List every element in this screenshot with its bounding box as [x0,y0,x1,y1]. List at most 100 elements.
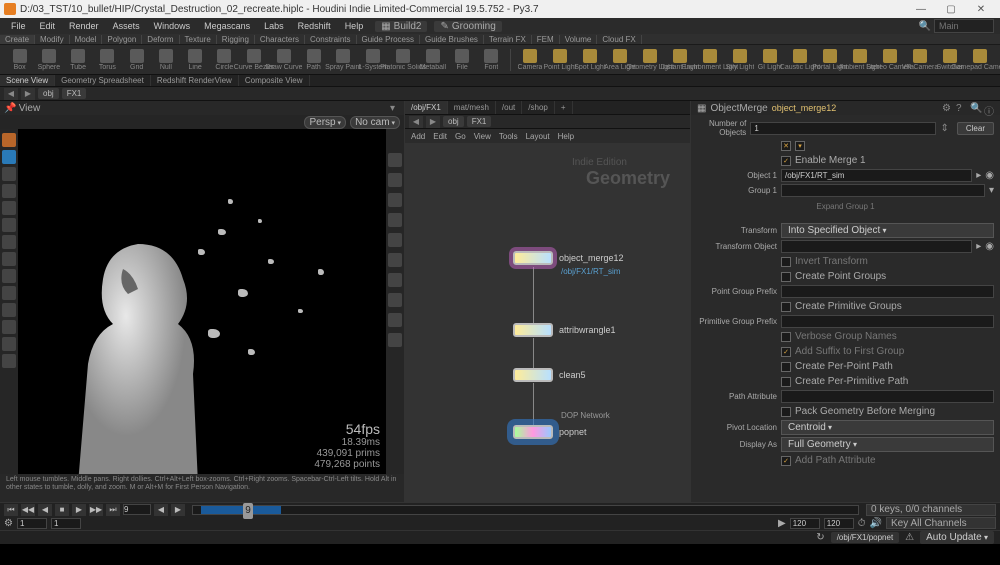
tab-scene-view[interactable]: Scene View [0,75,55,86]
vgn-checkbox[interactable] [781,332,791,342]
cook-icon[interactable]: ↻ [816,532,824,543]
cprg-checkbox[interactable] [781,302,791,312]
network-canvas[interactable]: Indie Edition Geometry object_merge12 /o… [405,143,690,502]
net-crumb-obj[interactable]: obj [443,116,464,127]
tool-metaball[interactable]: Metaball [419,46,446,74]
flipbook-icon[interactable] [2,303,16,317]
move-icon[interactable] [2,167,16,181]
tool-caustic-light[interactable]: Caustic Light [786,46,814,74]
tool-path[interactable]: Path [300,46,327,74]
net-menu-view[interactable]: View [474,132,491,141]
camera-lock-icon[interactable] [388,253,402,267]
play-first-button[interactable]: ⏮ [4,504,18,516]
tool-null[interactable]: Null [152,46,179,74]
node-attribwrangle[interactable]: attribwrangle1 [513,323,616,337]
collapse-toggle[interactable]: ✕ [781,141,791,151]
net-menu-help[interactable]: Help [558,132,574,141]
tool-curve-bezier[interactable]: Curve Bezier [240,46,268,74]
shelf-tab[interactable]: Characters [255,35,305,44]
operator-chooser-icon[interactable]: ◉ [985,170,994,181]
shaded-icon[interactable] [388,293,402,307]
close-button[interactable]: ✕ [966,0,996,18]
tab-composite[interactable]: Composite View [239,75,310,86]
pgp-input[interactable] [781,285,994,298]
info-icon[interactable]: ⓘ [984,103,994,113]
gear-icon[interactable]: ⚙ [942,103,952,113]
minimize-button[interactable]: — [906,0,936,18]
play-fwd-button[interactable]: ▶ [72,504,86,516]
ghost-icon[interactable] [388,173,402,187]
net-crumb-fx1[interactable]: FX1 [467,116,492,127]
net-tab-add[interactable]: + [555,101,573,114]
node-clean[interactable]: clean5 [513,368,586,382]
playhead[interactable]: 9 [243,503,253,519]
tool-spray[interactable]: Spray Paint [329,46,357,74]
tool-stereo-cam[interactable]: Stereo Camera [876,46,904,74]
node-object-merge[interactable]: object_merge12 /obj/FX1/RT_sim [513,251,624,265]
play-last-button[interactable]: ⏭ [106,504,120,516]
tab-redshift[interactable]: Redshift RenderView [151,75,239,86]
node-name-field[interactable]: object_merge12 [772,103,837,113]
tool-camera[interactable]: Camera [516,46,544,74]
tool-point-light[interactable]: Point Light [546,46,574,74]
inspect-icon[interactable] [2,269,16,283]
enable-toggle[interactable]: ▾ [795,141,805,151]
menu-redshift[interactable]: Redshift [293,21,336,31]
net-nav-back[interactable]: ◀ [409,116,423,128]
pivot-select[interactable]: Centroid ▾ [781,420,994,435]
select-icon[interactable] [2,150,16,164]
lock-icon[interactable] [388,193,402,207]
play-back-button[interactable]: ◀ [38,504,52,516]
pose-icon[interactable] [2,218,16,232]
tool-platonic[interactable]: Platonic Solids [389,46,417,74]
tool-box[interactable]: Box [6,46,33,74]
net-menu-edit[interactable]: Edit [433,132,447,141]
invert-checkbox[interactable] [781,257,791,267]
shelf-tab[interactable]: Volume [560,35,598,44]
maximize-button[interactable]: ▢ [936,0,966,18]
breadcrumb-fx1[interactable]: FX1 [62,88,87,99]
expand-group-label[interactable]: Expand Group 1 [697,202,994,211]
menu-windows[interactable]: Windows [149,21,196,31]
tool-torus[interactable]: Torus [94,46,121,74]
play-prev-button[interactable]: ◀◀ [21,504,35,516]
stepper-spinner[interactable]: ⇕ [940,123,948,134]
shelf-tab[interactable]: Rigging [217,35,255,44]
net-tab[interactable]: /shop [522,101,555,114]
shelf-set-grooming[interactable]: ✎ Grooming [434,21,501,32]
asfg-checkbox[interactable]: ✓ [781,347,791,357]
camera-button[interactable]: No cam ▾ [350,116,400,129]
shelf-set-build2[interactable]: ▦ Build2 [375,21,427,32]
node-popnet[interactable]: popnet DOP Network [513,425,587,439]
current-frame-input[interactable] [123,504,151,515]
snap-icon[interactable] [2,235,16,249]
nav-back-icon[interactable]: ◀ [4,88,18,100]
shelf-tab[interactable]: Deform [142,35,179,44]
visibility-icon[interactable] [2,354,16,368]
group1-input[interactable] [781,184,985,197]
loop-icon[interactable]: ▶ [778,518,786,529]
net-menu-layout[interactable]: Layout [526,132,550,141]
key-prev-button[interactable]: ◀ [154,504,168,516]
net-menu-go[interactable]: Go [455,132,466,141]
tool-env-light[interactable]: Environment Light [696,46,724,74]
tool-vr-cam[interactable]: VR Camera [906,46,934,74]
start-frame-input[interactable] [17,518,47,529]
menu-edit[interactable]: Edit [35,21,61,31]
wireframe-icon[interactable] [388,273,402,287]
channels-status[interactable]: 0 keys, 0/0 channels [866,504,996,516]
viewport-menu-icon[interactable]: ▾ [390,103,400,113]
nav-fwd-icon[interactable]: ▶ [21,88,35,100]
display-options-icon[interactable] [388,153,402,167]
key-all-button[interactable]: Key All Channels [886,517,996,529]
tool-spot-light[interactable]: Spot Light [576,46,604,74]
shelf-tab[interactable]: Polygon [102,35,142,44]
add-path-checkbox[interactable]: ✓ [781,456,791,466]
menu-labs[interactable]: Labs [259,21,289,31]
tool-draw-curve[interactable]: Draw Curve [270,46,298,74]
handle-icon[interactable] [2,133,16,147]
tool-file[interactable]: File [449,46,476,74]
key-next-button[interactable]: ▶ [171,504,185,516]
path-attr-input[interactable] [781,390,994,403]
net-nav-fwd[interactable]: ▶ [426,116,440,128]
